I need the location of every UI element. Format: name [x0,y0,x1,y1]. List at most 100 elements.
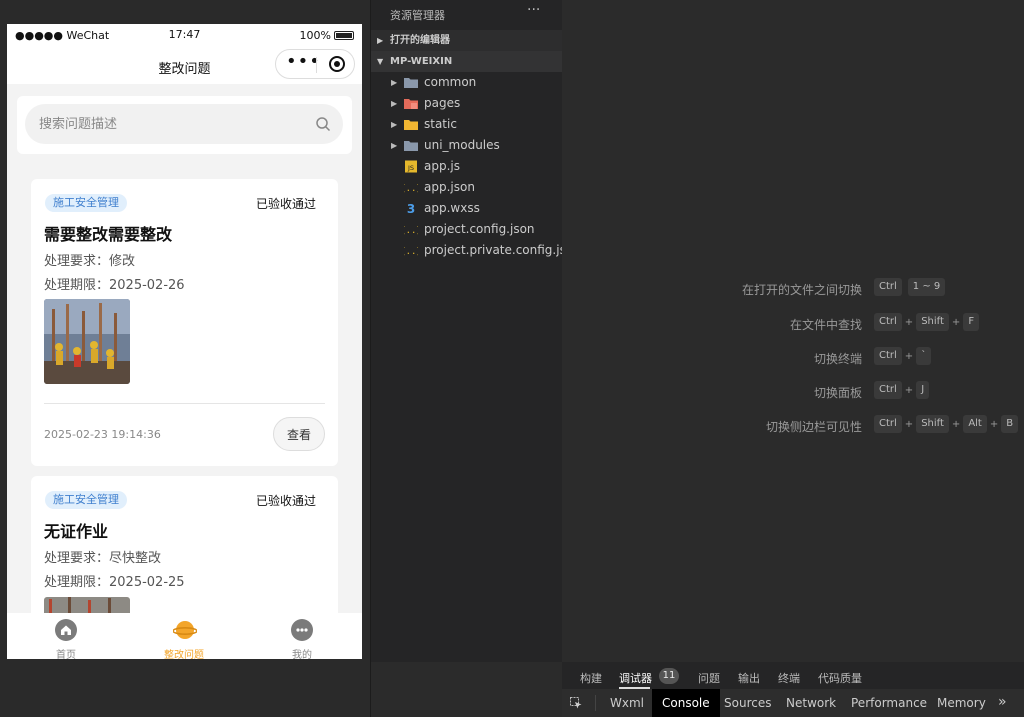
tree-item-label: app.js [424,159,460,173]
debugger-count-badge: 11 [659,668,679,684]
shortcut-keys: Ctrl + Shift + Alt + B [874,415,1019,435]
tree-file-project-private-config[interactable]: {..} project.private.config.js... [371,240,562,261]
issue-card[interactable]: 施工安全管理 已验收通过 需要整改需要整改 处理要求：修改 处理期限：2025-… [31,179,338,466]
tree-item-label: pages [424,96,461,110]
tree-item-label: app.wxss [424,201,480,215]
json-file-icon: {..} [404,184,418,194]
tab-terminal[interactable]: 终端 [778,670,800,686]
chevron-down-icon: ▼ [377,57,384,66]
tab-console[interactable]: Console [652,689,720,717]
chevron-right-icon: ▶ [377,36,384,45]
key-cap: 1 ~ 9 [907,278,946,296]
tab-code-quality[interactable]: 代码质量 [818,670,862,686]
open-editors-section[interactable]: ▶ 打开的编辑器 [371,30,562,51]
tab-label: 我的 [292,650,312,659]
project-section[interactable]: ▼ MP-WEIXIN [371,51,562,72]
created-time: 2025-02-23 19:14:36 [44,428,161,441]
json-file-icon: {..} [404,226,418,236]
key-cap: Ctrl [874,415,902,433]
chevron-right-icon: ▶ [391,120,398,129]
tab-mine[interactable]: 我的 [243,613,361,659]
key-cap: Ctrl [874,313,902,331]
devtools-divider [595,695,596,711]
more-tabs-icon[interactable]: » [998,694,1007,710]
status-bar: ●●●●● WeChat 17:47 100% [7,24,362,46]
shortcut-row: 切换面板 Ctrl + J [562,381,1024,401]
devtools-tabs: Wxml Console Sources Network Performance… [562,689,1024,717]
deadline-text: 处理期限：2025-02-26 [44,278,185,293]
key-cap: Ctrl [874,347,902,365]
search-input[interactable] [39,104,299,144]
issue-title: 需要整改需要整改 [44,225,173,244]
folder-icon [404,78,418,88]
chevron-right-icon: ▶ [391,78,398,87]
battery-level: 100% [299,29,331,42]
tree-file-app-wxss[interactable]: 3 app.wxss [371,198,562,219]
tab-memory[interactable]: Memory [937,689,986,717]
tree-file-app-js[interactable]: JS app.js [371,156,562,177]
js-file-icon: JS [405,160,417,173]
tree-file-app-json[interactable]: {..} app.json [371,177,562,198]
json-icon-text: {..} [404,226,418,236]
card-divider [44,403,325,404]
json-file-icon: {..} [404,247,418,257]
search-icon[interactable] [315,116,331,132]
key-cap: Alt [963,415,987,433]
folder-pages-icon [404,99,418,109]
js-icon-text: JS [407,164,414,172]
phone-screen: ●●●●● WeChat 17:47 100% 整改问题 ••• 施工安全管理 … [7,24,362,659]
shortcut-keys: Ctrl + J [874,381,930,401]
nav-bar: 整改问题 ••• [7,46,362,84]
tree-folder-static[interactable]: ▶ static [371,114,562,135]
key-cap: B [1001,415,1019,433]
tab-performance[interactable]: Performance [851,689,927,717]
category-tag: 施工安全管理 [45,194,127,212]
shortcut-keys: Ctrl 1 ~ 9 [874,278,946,298]
tree-item-label: project.config.json [424,222,535,236]
status-label: 已验收通过 [255,494,316,508]
more-actions-icon[interactable]: ··· [527,2,540,18]
tab-label: 首页 [56,650,76,659]
tab-network[interactable]: Network [786,689,836,717]
tab-wxml[interactable]: Wxml [602,689,652,717]
tab-sources[interactable]: Sources [724,689,771,717]
json-icon-text: {..} [404,247,418,257]
key-cap: Ctrl [874,381,902,399]
shortcut-label: 切换侧边栏可见性 [765,420,862,434]
view-button[interactable]: 查看 [273,417,325,451]
shortcut-row: 切换终端 Ctrl + ` [562,347,1024,367]
home-icon [55,619,77,641]
category-tag: 施工安全管理 [45,491,127,509]
close-target-icon[interactable] [329,56,345,72]
tree-item-label: project.private.config.js... [424,243,562,257]
tab-output[interactable]: 输出 [738,670,760,686]
tree-folder-pages[interactable]: ▶ pages [371,93,562,114]
tab-problems[interactable]: 问题 [698,670,720,686]
json-icon-text: {..} [404,184,418,194]
mini-program-capsule: ••• [275,49,355,79]
user-dots-icon [291,619,313,641]
section-label: MP-WEIXIN [390,56,453,67]
tab-debugger[interactable]: 调试器 [619,670,652,686]
key-cap: Shift [916,415,949,433]
explorer-title: 资源管理器 [390,9,445,22]
shortcut-row: 在文件中查找 Ctrl + Shift + F [562,313,1024,333]
bottom-panel-tabs: 构建 调试器 11 问题 输出 终端 代码质量 [562,662,1024,689]
shortcut-label: 在打开的文件之间切换 [741,283,862,297]
tab-issues[interactable]: 整改问题 [125,613,243,659]
status-label: 已验收通过 [255,197,316,211]
key-cap: Ctrl [874,278,902,296]
tab-build[interactable]: 构建 [580,670,602,686]
inspect-element-icon[interactable] [570,697,582,709]
deadline-text: 处理期限：2025-02-25 [44,575,185,590]
key-cap: Shift [916,313,949,331]
tab-bar: 首页 整改问题 我的 [7,613,362,659]
site-photo-thumbnail[interactable] [44,299,130,384]
search-box [25,104,343,144]
shortcut-row: 在打开的文件之间切换 Ctrl 1 ~ 9 [562,278,1024,298]
tree-folder-common[interactable]: ▶ common [371,72,562,93]
tree-file-project-config[interactable]: {..} project.config.json [371,219,562,240]
editor-empty-state: 在打开的文件之间切换 Ctrl 1 ~ 9 在文件中查找 Ctrl + Shift +… [562,0,1024,662]
tab-home[interactable]: 首页 [7,613,125,659]
tree-folder-uni-modules[interactable]: ▶ uni_modules [371,135,562,156]
